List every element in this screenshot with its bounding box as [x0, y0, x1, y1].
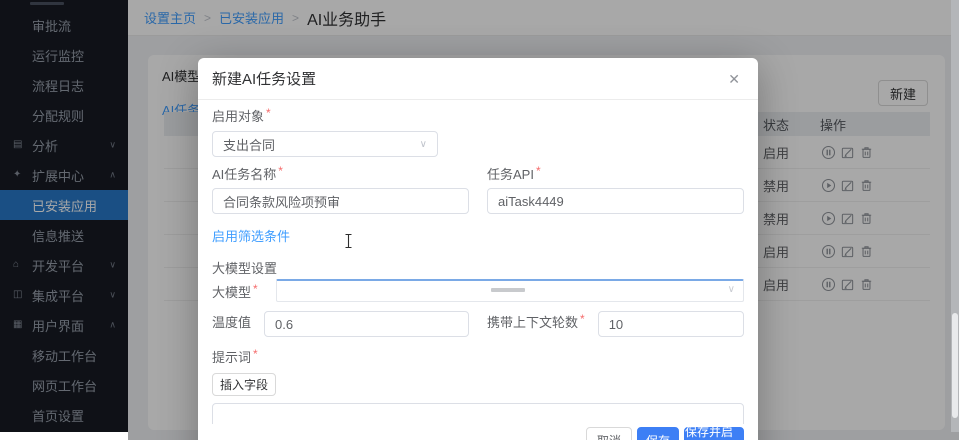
- modal-body: 启用对象* 支出合同 ∨ AI任务名称* 任务API* 启用筛选条件: [198, 100, 758, 424]
- task-api-input[interactable]: [487, 188, 744, 214]
- chevron-down-icon: ∨: [728, 284, 735, 295]
- clipped-option-text: [491, 288, 525, 292]
- modal-title: 新建AI任务设置: [212, 68, 724, 89]
- chevron-down-icon: ∨: [420, 139, 427, 150]
- save-and-enable-button[interactable]: 保存并启用: [684, 427, 744, 440]
- temperature-label: 温度值: [212, 312, 251, 331]
- task-name-label: AI任务名称: [212, 167, 276, 182]
- context-rounds-label: 携带上下文轮数: [487, 315, 578, 330]
- save-button[interactable]: 保存: [637, 427, 679, 440]
- required-mark: *: [253, 282, 258, 296]
- enable-target-select[interactable]: 支出合同 ∨: [212, 131, 438, 157]
- prompt-textarea[interactable]: [212, 403, 744, 424]
- model-label: 大模型: [212, 285, 251, 300]
- insert-field-button[interactable]: 插入字段: [212, 373, 276, 396]
- modal-footer: 取消 保存 保存并启用: [198, 424, 758, 440]
- vertical-scrollbar[interactable]: [951, 0, 959, 432]
- enable-filter-link[interactable]: 启用筛选条件: [212, 226, 290, 245]
- bottom-edge-strip: [0, 432, 128, 440]
- cancel-button[interactable]: 取消: [586, 427, 632, 440]
- required-mark: *: [253, 347, 258, 361]
- required-mark: *: [266, 106, 271, 120]
- required-mark: *: [278, 164, 283, 178]
- enable-target-label: 启用对象: [212, 109, 264, 124]
- context-rounds-input[interactable]: [598, 311, 744, 337]
- temperature-input[interactable]: [264, 311, 469, 337]
- text-cursor-icon: [343, 233, 354, 254]
- task-api-label: 任务API: [487, 167, 534, 182]
- prompt-label: 提示词: [212, 350, 251, 365]
- new-ai-task-modal: 新建AI任务设置 ✕ 启用对象* 支出合同 ∨ AI任务名称* 任务API*: [198, 58, 758, 440]
- required-mark: *: [536, 164, 541, 178]
- app-window: 审批流 运行监控 流程日志 分配规则 ▤ 分析 ∨ ✦ 扩展中心 ∧ 已安装应用…: [0, 0, 959, 440]
- modal-header: 新建AI任务设置 ✕: [198, 58, 758, 100]
- model-section-label: 大模型设置: [212, 258, 744, 277]
- task-name-input[interactable]: [212, 188, 469, 214]
- close-icon[interactable]: ✕: [724, 70, 744, 88]
- scrollbar-thumb[interactable]: [952, 313, 958, 418]
- enable-target-value: 支出合同: [223, 135, 275, 154]
- required-mark: *: [580, 312, 585, 326]
- model-select[interactable]: ∨: [276, 279, 744, 302]
